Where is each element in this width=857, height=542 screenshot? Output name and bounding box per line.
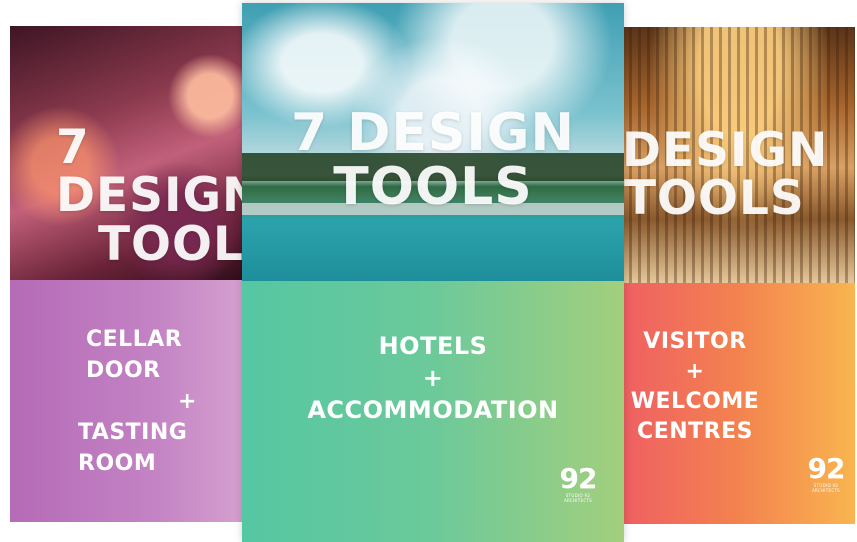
logo-number: 92 xyxy=(559,462,598,495)
subtitle-line: WELCOME xyxy=(630,389,760,414)
title-line: TOOLS xyxy=(624,171,805,227)
subtitle-line: ACCOMMODATION xyxy=(307,396,559,424)
logo-number: 92 xyxy=(807,452,846,485)
cover-title: 7 DESIGN TOOLS xyxy=(12,120,252,272)
cover-title: DESIGN TOOLS xyxy=(620,123,855,227)
subtitle-line: + xyxy=(178,389,197,414)
title-line: 7 DESIGN xyxy=(56,120,252,224)
logo-caption: ARCHITECTS xyxy=(563,498,593,503)
visitor-centres-cover[interactable]: DESIGN TOOLS VISITOR + WELCOME CENTRES 9… xyxy=(620,27,855,524)
subtitle-line: + xyxy=(685,359,705,384)
subtitle-line: TASTING ROOM xyxy=(78,420,188,476)
cover-subtitle: VISITOR + WELCOME CENTRES xyxy=(620,327,855,447)
subtitle-line: + xyxy=(422,364,444,392)
logo-caption: ARCHITECTS xyxy=(811,488,841,493)
cellar-door-cover[interactable]: 7 DESIGN TOOLS CELLAR DOOR + TASTING ROO… xyxy=(10,26,252,522)
hotels-accommodation-cover[interactable]: 7 DESIGN TOOLS HOTELS + ACCOMMODATION 92… xyxy=(242,3,624,542)
title-line: DESIGN xyxy=(622,123,829,178)
title-line: TOOLS xyxy=(333,156,533,217)
subtitle-line: CELLAR DOOR xyxy=(86,327,183,383)
subtitle-line: CENTRES xyxy=(637,419,753,444)
subtitle-line: HOTELS xyxy=(378,332,488,360)
studio-92-logo: 92 STUDIO 92 ARCHITECTS xyxy=(806,452,846,494)
cover-subtitle: CELLAR DOOR + TASTING ROOM xyxy=(10,324,252,479)
cover-subtitle: HOTELS + ACCOMMODATION xyxy=(242,330,624,426)
title-line: TOOLS xyxy=(98,216,252,272)
cover-title: 7 DESIGN TOOLS xyxy=(242,103,624,217)
subtitle-line: VISITOR xyxy=(643,329,747,354)
title-line: 7 DESIGN xyxy=(291,103,575,163)
studio-92-logo: 92 STUDIO 92 ARCHITECTS xyxy=(558,462,598,504)
